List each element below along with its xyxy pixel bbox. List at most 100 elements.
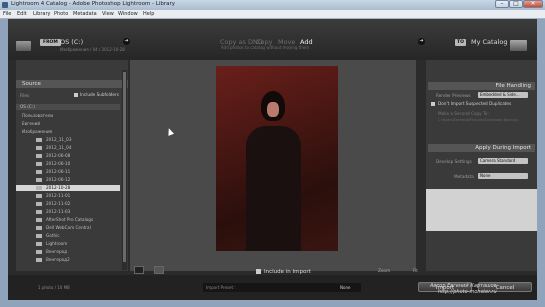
apply-during-import-header[interactable]: Apply During Import (428, 144, 535, 152)
lightroom-window: FROM OS (C:) Изображения / 04 / 2012-10-… (8, 19, 537, 300)
destination-name[interactable]: My Catalog (471, 38, 507, 46)
source-scrollbar[interactable] (122, 70, 127, 270)
folder-row[interactable]: 2012-06-08 (16, 153, 120, 159)
folder-row[interactable]: 2012_11_04 (16, 145, 120, 151)
folder-icon (36, 154, 42, 158)
folder-icon (36, 170, 42, 174)
watermark-url: http://photo-monster.ru (437, 289, 497, 295)
import-preset[interactable]: Import Preset : None (203, 283, 361, 292)
dupes-label: Don't Import Suspected Duplicates (438, 101, 512, 106)
tree-row-label: Изображения (22, 129, 53, 134)
folder-label: Gothic (46, 233, 60, 238)
scrollbar-thumb[interactable] (123, 72, 126, 262)
zoom-label: Zoom (378, 268, 391, 273)
folder-row[interactable]: Dell WebCam Central (16, 225, 120, 231)
file-handling-header[interactable]: File Handling (428, 82, 535, 90)
close-button[interactable]: ✕ (523, 0, 543, 8)
menu-file[interactable]: File (3, 11, 11, 17)
second-copy-label: Make a Second Copy To: (438, 111, 489, 116)
source-path: Изображения / 04 / 2012-10-28 (60, 47, 125, 52)
volume-row[interactable]: OS (C:) (16, 104, 120, 110)
folder-label: 2012-06-12 (46, 177, 71, 182)
tree-row-images[interactable]: Изображения (16, 129, 120, 135)
folder-row[interactable]: 2012-06-12 (16, 177, 120, 183)
folder-row[interactable]: Венгерод (16, 249, 120, 255)
folder-label: Венгерод (46, 249, 68, 254)
source-name[interactable]: OS (C:) (60, 38, 83, 46)
preset-value: None (340, 285, 351, 290)
tree-row-user[interactable]: Евгений (16, 121, 120, 127)
folder-row[interactable]: 2012_11_03 (16, 137, 120, 143)
maximize-button[interactable]: □ (509, 0, 523, 8)
folder-icon (36, 250, 42, 254)
include-checkbox[interactable] (256, 269, 261, 274)
folder-icon (36, 178, 42, 182)
folder-label: 2012-11-03 (46, 209, 71, 214)
folder-label: 2012-11-01 (46, 193, 71, 198)
folder-icon (36, 146, 42, 150)
folder-label: 2012-10-28 (46, 185, 71, 190)
menu-edit[interactable]: Edit (17, 11, 27, 17)
files-label: Files (20, 93, 30, 98)
metadata-select[interactable]: None (478, 173, 528, 179)
folder-label: 2012-06-10 (46, 161, 71, 166)
zoom-fit[interactable]: Fit (413, 268, 418, 273)
grid-view-button[interactable] (134, 266, 144, 274)
to-badge: TO (455, 39, 466, 46)
photo-subject-face (267, 102, 279, 117)
menu-metadata[interactable]: Metadata (73, 11, 97, 17)
render-previews-label: Render Previews (436, 93, 471, 98)
folder-row[interactable]: 2012-11-03 (16, 209, 120, 215)
folder-label: 2012_11_04 (46, 145, 72, 150)
keywords-field[interactable] (426, 189, 537, 231)
folder-row[interactable]: 2012-06-11 (16, 169, 120, 175)
folder-row[interactable]: Gothic (16, 233, 120, 239)
volume-label: OS (C:) (20, 104, 35, 109)
tree-row-users[interactable]: Пользователи (16, 113, 120, 119)
from-badge: FROM (40, 39, 61, 46)
hard-drive-icon (510, 40, 527, 51)
second-copy-path: C:\Users\Евгений\Pictures\Download Backu… (438, 118, 519, 122)
preset-label: Import Preset : (206, 285, 236, 290)
menu-window[interactable]: Window (118, 11, 138, 17)
source-title: Source (22, 81, 41, 87)
develop-select[interactable]: Camera Standard (478, 158, 528, 164)
folder-icon (36, 202, 42, 206)
folder-icon (36, 234, 42, 238)
folder-icon (36, 258, 42, 262)
dupes-checkbox[interactable] (431, 102, 435, 106)
folder-row[interactable]: 2012-11-02 (16, 201, 120, 207)
folder-row[interactable]: 2012-06-10 (16, 161, 120, 167)
folder-icon (36, 194, 42, 198)
source-drive-icon[interactable] (16, 41, 31, 51)
folder-row-selected[interactable]: 2012-10-28 (16, 185, 120, 191)
menu-view[interactable]: View (102, 11, 114, 17)
include-subfolders-label: Include Subfolders (80, 92, 119, 97)
menu-help[interactable]: Help (143, 11, 154, 17)
folder-row[interactable]: 2012-11-01 (16, 193, 120, 199)
app-icon (2, 2, 8, 8)
menu-bar: File Edit Library Photo Metadata View Wi… (0, 10, 545, 19)
menu-library[interactable]: Library (33, 11, 50, 17)
loupe-view-button[interactable] (154, 266, 164, 274)
photo-preview[interactable] (216, 66, 338, 251)
folder-row[interactable]: Венгерод2 (16, 257, 120, 263)
folder-label: Lightroom (46, 241, 68, 246)
folder-icon (36, 186, 42, 190)
render-previews-select[interactable]: Embedded & Side... (478, 92, 528, 98)
mode-description: Add photos to catalog without moving the… (221, 45, 310, 50)
source-panel-header[interactable]: Source (16, 80, 128, 88)
menu-photo[interactable]: Photo (54, 11, 68, 17)
folder-label: 2012-06-11 (46, 169, 71, 174)
import-header: FROM OS (C:) Изображения / 04 / 2012-10-… (8, 19, 537, 60)
folder-row[interactable]: Lightroom (16, 241, 120, 247)
window-title: Lightroom 4 Catalog - Adobe Photoshop Li… (11, 1, 176, 7)
folder-icon (36, 138, 42, 142)
minimize-button[interactable]: – (495, 0, 509, 8)
include-subfolders-checkbox[interactable] (74, 93, 78, 97)
folder-icon (36, 226, 42, 230)
folder-row[interactable]: AfterShot Pro Catalogs (16, 217, 120, 223)
folder-icon (36, 210, 42, 214)
develop-label: Develop Settings (436, 159, 472, 164)
photo-subject-body (246, 126, 301, 251)
